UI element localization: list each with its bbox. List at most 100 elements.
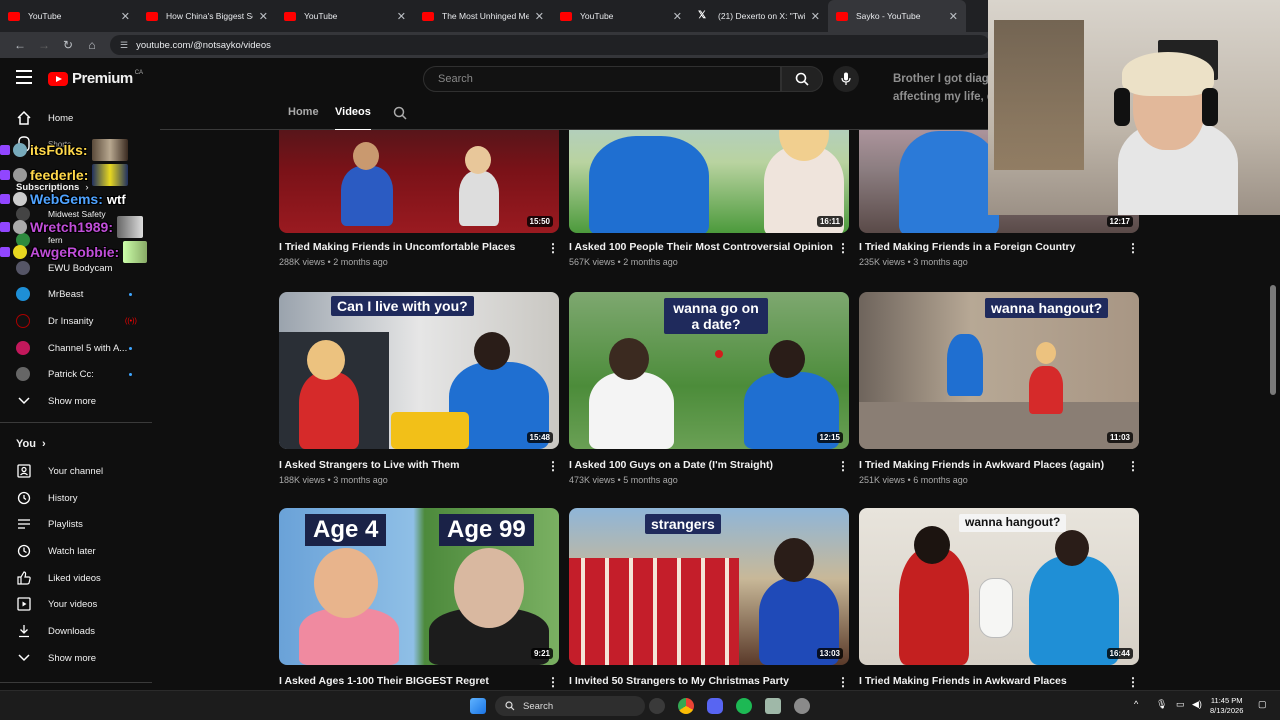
- video-title[interactable]: I Tried Making Friends in Uncomfortable …: [279, 241, 515, 253]
- browser-tab[interactable]: YouTube ✕: [552, 0, 690, 32]
- browser-tab[interactable]: The Most Unhinged Melt ✕: [414, 0, 552, 32]
- thumbnail-suitcase: [391, 412, 469, 449]
- close-icon[interactable]: ✕: [535, 10, 544, 23]
- close-icon[interactable]: ✕: [121, 10, 130, 23]
- close-icon[interactable]: ✕: [811, 10, 820, 23]
- video-title[interactable]: I Invited 50 Strangers to My Christmas P…: [569, 675, 789, 687]
- discord-icon[interactable]: [707, 698, 723, 714]
- more-options-icon[interactable]: ⋮: [547, 459, 559, 473]
- webcam-person-hair: [1122, 52, 1214, 96]
- sidebar-show-more[interactable]: Show more: [0, 388, 152, 414]
- reload-icon[interactable]: ↻: [56, 38, 80, 52]
- sidebar-item-home[interactable]: Home: [0, 105, 152, 131]
- browser-tab[interactable]: YouTube ✕: [0, 0, 138, 32]
- back-icon[interactable]: ←: [8, 38, 32, 52]
- thumbnail-person-head: [465, 146, 491, 174]
- thumbnail-person-head: [769, 340, 805, 378]
- sidebar-channel[interactable]: Patrick Cc:: [0, 361, 152, 387]
- headphones-icon: [1114, 88, 1130, 126]
- video-thumbnail[interactable]: wanna go on a date? 12:15: [569, 292, 849, 449]
- sidebar-channel[interactable]: MrBeast: [0, 281, 152, 307]
- more-options-icon[interactable]: ⋮: [837, 675, 849, 689]
- video-thumbnail[interactable]: 15:50: [279, 130, 559, 233]
- video-thumbnail[interactable]: wanna hangout? 16:44: [859, 508, 1139, 665]
- sidebar-item-playlists[interactable]: Playlists: [0, 511, 152, 537]
- windows-start-icon[interactable]: [470, 698, 486, 714]
- close-icon[interactable]: ✕: [949, 10, 958, 23]
- close-icon[interactable]: ✕: [259, 10, 268, 23]
- forward-icon[interactable]: →: [32, 38, 56, 52]
- more-options-icon[interactable]: ⋮: [547, 241, 559, 255]
- sidebar-item-downloads[interactable]: Downloads: [0, 618, 152, 644]
- subscriber-badge-icon: [0, 145, 10, 155]
- voice-search-button[interactable]: [833, 66, 859, 92]
- chrome-icon[interactable]: [678, 698, 694, 714]
- home-icon[interactable]: ⌂: [80, 38, 104, 52]
- close-icon[interactable]: ✕: [397, 10, 406, 23]
- thumbnail-floor: [859, 402, 1139, 449]
- sidebar-show-more[interactable]: Show more: [0, 645, 152, 671]
- more-options-icon[interactable]: ⋮: [837, 459, 849, 473]
- video-title[interactable]: I Asked 100 People Their Most Controvers…: [569, 241, 833, 253]
- tab-videos[interactable]: Videos: [335, 106, 371, 131]
- sidebar-channel[interactable]: Channel 5 with A...: [0, 335, 152, 361]
- network-icon[interactable]: ▭: [1176, 699, 1185, 710]
- page-scrollbar[interactable]: [1270, 285, 1276, 395]
- taskbar-search[interactable]: Search: [495, 696, 645, 716]
- sidebar-item-watch-later[interactable]: Watch later: [0, 538, 152, 564]
- more-options-icon[interactable]: ⋮: [547, 675, 559, 689]
- tab-home[interactable]: Home: [288, 106, 319, 118]
- notification-icon[interactable]: ▢: [1258, 699, 1267, 710]
- search-button[interactable]: [781, 66, 823, 92]
- headphones-icon: [1202, 88, 1218, 126]
- video-title[interactable]: I Asked 100 Guys on a Date (I'm Straight…: [569, 459, 773, 471]
- youtube-icon: [422, 11, 434, 21]
- sidebar-item-liked-videos[interactable]: Liked videos: [0, 565, 152, 591]
- system-clock[interactable]: 11:45 PM 8/13/2026: [1210, 696, 1243, 716]
- channel-avatar: [16, 261, 30, 275]
- video-thumbnail[interactable]: wanna hangout? 11:03: [859, 292, 1139, 449]
- video-title[interactable]: I Tried Making Friends in Awkward Places…: [859, 459, 1104, 471]
- menu-icon[interactable]: [16, 70, 32, 84]
- video-thumbnail[interactable]: Can I live with you? 15:48: [279, 292, 559, 449]
- youtube-logo[interactable]: Premium CA: [48, 70, 143, 87]
- sidebar-you-header[interactable]: You ›: [16, 438, 46, 450]
- more-options-icon[interactable]: ⋮: [837, 241, 849, 255]
- video-title[interactable]: I Asked Strangers to Live with Them: [279, 459, 459, 471]
- chevron-up-icon[interactable]: ^: [1134, 699, 1138, 709]
- channel-search-icon[interactable]: [393, 106, 407, 120]
- browser-tab[interactable]: YouTube ✕: [276, 0, 414, 32]
- more-options-icon[interactable]: ⋮: [1127, 675, 1139, 689]
- video-thumbnail[interactable]: 16:11: [569, 130, 849, 233]
- playlists-icon: [16, 516, 32, 532]
- video-title[interactable]: I Tried Making Friends in Awkward Places: [859, 675, 1067, 687]
- task-view-icon[interactable]: [649, 698, 665, 714]
- volume-icon[interactable]: ◀): [1192, 699, 1202, 710]
- search-input[interactable]: Search: [423, 66, 781, 92]
- microphone-icon[interactable]: 🎙: [1156, 699, 1167, 710]
- spotify-icon[interactable]: [736, 698, 752, 714]
- video-thumbnail[interactable]: Age 4 Age 99 9:21: [279, 508, 559, 665]
- more-options-icon[interactable]: ⋮: [1127, 241, 1139, 255]
- url-field[interactable]: ☰ youtube.com/@notsayko/videos: [110, 35, 990, 55]
- subscriber-badge-icon: [0, 170, 10, 180]
- video-thumbnail[interactable]: strangers 13:03: [569, 508, 849, 665]
- video-meta: 188K views • 3 months ago: [279, 475, 388, 485]
- thumbnail-person-head: [314, 548, 378, 618]
- settings-icon[interactable]: [794, 698, 810, 714]
- video-title[interactable]: I Asked Ages 1-100 Their BIGGEST Regret: [279, 675, 489, 687]
- youtube-icon: [836, 11, 848, 21]
- sidebar-item-history[interactable]: History: [0, 485, 152, 511]
- more-options-icon[interactable]: ⋮: [1127, 459, 1139, 473]
- notepad-icon[interactable]: [765, 698, 781, 714]
- browser-tab[interactable]: 𝕏(21) Dexerto on X: "Twitch✕: [690, 0, 828, 32]
- browser-tab-active[interactable]: Sayko - YouTube ✕: [828, 0, 966, 32]
- subscriber-badge-icon: [0, 194, 10, 204]
- video-title[interactable]: I Tried Making Friends in a Foreign Coun…: [859, 241, 1075, 253]
- sidebar-item-your-channel[interactable]: Your channel: [0, 458, 152, 484]
- sidebar-item-your-videos[interactable]: Your videos: [0, 591, 152, 617]
- site-info-icon[interactable]: ☰: [120, 40, 128, 51]
- sidebar-channel[interactable]: Dr Insanity ((•)): [0, 308, 152, 334]
- browser-tab[interactable]: How China's Biggest Scar✕: [138, 0, 276, 32]
- close-icon[interactable]: ✕: [673, 10, 682, 23]
